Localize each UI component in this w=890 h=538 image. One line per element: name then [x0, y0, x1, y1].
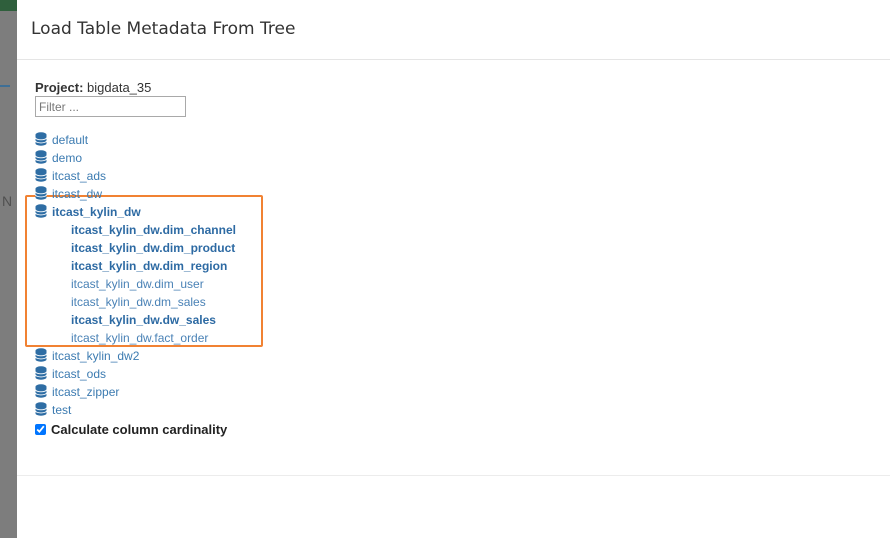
calculate-cardinality-label: Calculate column cardinality [51, 422, 228, 437]
tree-table-node[interactable]: itcast_kylin_dw.dim_region [35, 257, 236, 275]
calculate-cardinality-option[interactable]: Calculate column cardinality [35, 422, 227, 437]
database-icon [35, 348, 47, 362]
database-icon [35, 150, 47, 164]
tree-table-node[interactable]: itcast_kylin_dw.fact_order [35, 329, 236, 347]
tree-database-node[interactable]: itcast_dw [35, 185, 236, 203]
tree-database-node[interactable]: test [35, 401, 236, 419]
tree-database-node[interactable]: itcast_zipper [35, 383, 236, 401]
tree-database-node[interactable]: itcast_ads [35, 167, 236, 185]
tree-database-label[interactable]: itcast_zipper [52, 385, 119, 399]
tree-database-label[interactable]: itcast_kylin_dw2 [52, 349, 139, 363]
project-name: bigdata_35 [87, 80, 152, 95]
project-info: Project: bigdata_35 [35, 80, 151, 95]
tree-database-node[interactable]: itcast_ods [35, 365, 236, 383]
tree-database-label[interactable]: itcast_ads [52, 169, 106, 183]
backdrop-text: N [2, 193, 13, 209]
tree-database-label[interactable]: itcast_dw [52, 187, 102, 201]
tree-database-node[interactable]: itcast_kylin_dw2 [35, 347, 236, 365]
database-tree: default demo itcast_ads itcast_dw itcast_kyl… [35, 131, 236, 419]
database-icon [35, 384, 47, 398]
tree-database-label[interactable]: default [52, 133, 88, 147]
tree-database-node[interactable]: default [35, 131, 236, 149]
backdrop-accent-line [0, 85, 10, 87]
modal-title: Load Table Metadata From Tree [31, 19, 296, 39]
tree-database-label[interactable]: itcast_kylin_dw [52, 205, 141, 219]
database-icon [35, 204, 47, 218]
backdrop-header-bar [0, 0, 17, 11]
tree-table-node[interactable]: itcast_kylin_dw.dw_sales [35, 311, 236, 329]
tree-database-label[interactable]: test [52, 403, 71, 417]
tree-database-label[interactable]: demo [52, 151, 82, 165]
tree-table-node[interactable]: itcast_kylin_dw.dim_channel [35, 221, 236, 239]
tree-database-label[interactable]: itcast_ods [52, 367, 106, 381]
modal-footer-divider [17, 475, 890, 476]
tree-database-node[interactable]: itcast_kylin_dw [35, 203, 236, 221]
modal-header: Load Table Metadata From Tree [17, 0, 890, 60]
database-icon [35, 402, 47, 416]
database-icon [35, 186, 47, 200]
database-icon [35, 132, 47, 146]
tree-table-node[interactable]: itcast_kylin_dw.dim_user [35, 275, 236, 293]
database-icon [35, 168, 47, 182]
calculate-cardinality-checkbox[interactable] [35, 424, 46, 435]
backdrop-page: N [0, 0, 17, 538]
load-table-modal: Load Table Metadata From Tree Project: b… [17, 0, 890, 538]
filter-input[interactable] [35, 96, 186, 117]
tree-table-node[interactable]: itcast_kylin_dw.dm_sales [35, 293, 236, 311]
database-icon [35, 366, 47, 380]
tree-table-node[interactable]: itcast_kylin_dw.dim_product [35, 239, 236, 257]
project-label: Project: [35, 80, 84, 95]
tree-database-node[interactable]: demo [35, 149, 236, 167]
